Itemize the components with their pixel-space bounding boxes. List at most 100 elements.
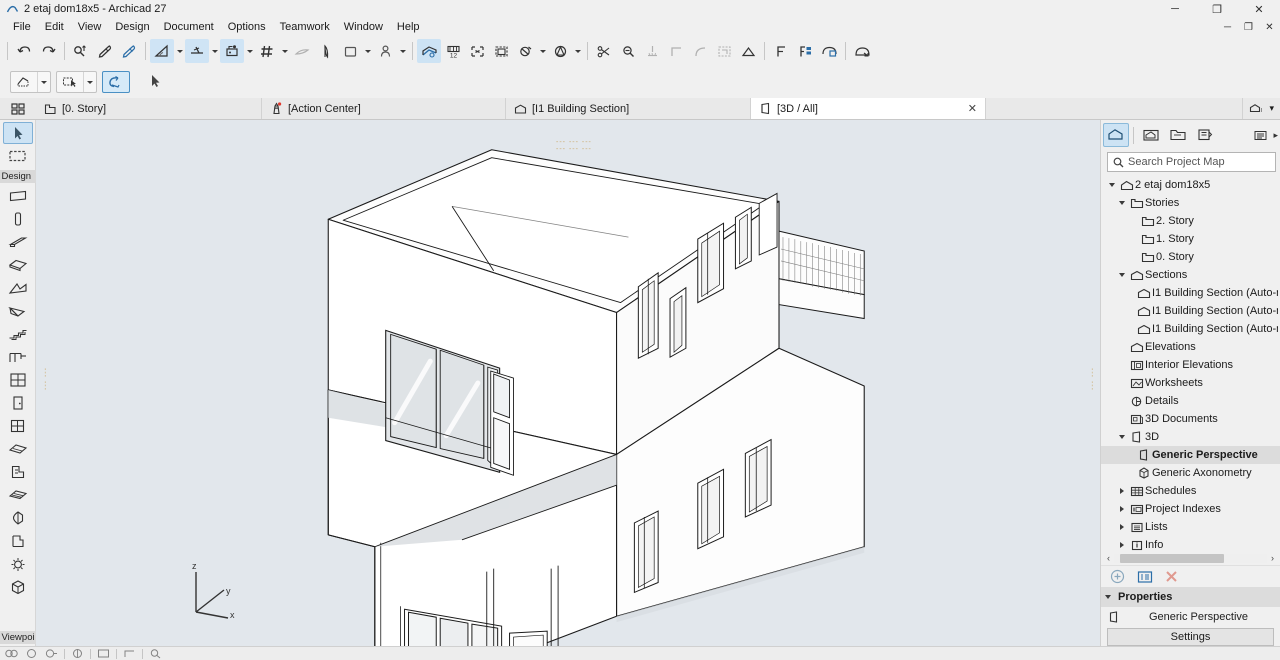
menu-view[interactable]: View [71,20,109,34]
tree-item-sections[interactable]: Sections [1101,266,1280,284]
marquee-select-combo-icon[interactable] [56,71,97,93]
coordinate-readout[interactable] [122,647,137,660]
tree-item-generic-perspective[interactable]: Generic Perspective [1101,446,1280,464]
tree-item-3d-documents[interactable]: 3D Documents [1101,410,1280,428]
tree-item-schedules[interactable]: Schedules [1101,482,1280,500]
scroll-thumb[interactable] [1120,553,1225,563]
scroll-track[interactable] [1114,553,1267,563]
shell-tool[interactable] [3,300,33,322]
magic-wand-dropdown-arrow[interactable] [174,39,185,63]
structure-display-icon[interactable] [417,39,441,63]
magic-wand-icon[interactable] [150,39,174,63]
sun-settings-icon[interactable] [548,39,572,63]
3d-cutaway-icon[interactable] [489,39,513,63]
tree-item-elevations[interactable]: Elevations [1101,338,1280,356]
chevron-right-icon[interactable] [1115,500,1128,518]
settings-list-icon[interactable] [1136,568,1153,585]
sun-settings-dropdown-arrow[interactable] [572,39,583,63]
user-origin-icon[interactable] [373,39,397,63]
menu-document[interactable]: Document [157,20,221,34]
view-map-tab[interactable] [1138,123,1164,147]
project-map-tree[interactable]: 2 etaj dom18x5 Stories 2. Story 1. Story [1101,175,1280,551]
menu-edit[interactable]: Edit [38,20,71,34]
search-box[interactable] [1107,152,1276,172]
menu-design[interactable]: Design [108,20,156,34]
chevron-right-icon[interactable] [1115,482,1128,500]
column-tool[interactable] [3,208,33,230]
grid-snap-icon[interactable] [255,39,279,63]
settings-button[interactable]: Settings [1107,628,1274,646]
arrow-select-tool[interactable] [2,122,33,144]
solid-union-icon[interactable] [817,39,841,63]
multiply-icon[interactable] [736,39,760,63]
tree-item-generic-axonometry[interactable]: Generic Axonometry [1101,464,1280,482]
search-input[interactable] [1128,156,1270,168]
chevron-down-icon[interactable] [1105,595,1111,599]
tree-item-project[interactable]: 2 etaj dom18x5 [1101,176,1280,194]
measure-icon[interactable] [69,39,93,63]
tree-item-info[interactable]: Info [1101,536,1280,551]
guide-line-icon[interactable] [220,39,244,63]
partial-structure-icon[interactable] [465,39,489,63]
tree-item-story-2[interactable]: 2. Story [1101,212,1280,230]
tree-item-stories[interactable]: Stories [1101,194,1280,212]
publisher-sets-tab[interactable] [1192,123,1218,147]
undo-icon[interactable] [12,39,36,63]
grid-snap-dropdown-arrow[interactable] [279,39,290,63]
chevron-down-icon[interactable] [1115,194,1128,212]
zoom-status[interactable] [148,647,163,660]
eyedropper-icon[interactable] [93,39,117,63]
solid-subtract-icon[interactable] [850,39,874,63]
properties-section-header[interactable]: Properties [1101,587,1280,607]
tree-horizontal-scrollbar[interactable]: ‹ › [1101,551,1280,565]
tab-close-button[interactable]: ✕ [956,102,977,115]
tree-item-story-0[interactable]: 0. Story [1101,248,1280,266]
scroll-left-arrow[interactable]: ‹ [1103,553,1114,563]
slab-tool[interactable] [3,254,33,276]
close-button[interactable]: ✕ [1238,0,1280,18]
lamp-tool[interactable] [3,553,33,575]
railing-tool[interactable] [3,346,33,368]
menu-file[interactable]: File [6,20,38,34]
elevate-multi-icon[interactable] [793,39,817,63]
marquee-3d-icon[interactable] [513,39,537,63]
chevron-down-icon[interactable] [1115,428,1128,446]
split-icon[interactable] [640,39,664,63]
elevate-icon[interactable] [769,39,793,63]
tree-item-details[interactable]: Details [1101,392,1280,410]
roof-tool[interactable] [3,277,33,299]
marquee-3d-dropdown-arrow[interactable] [537,39,548,63]
offset-icon[interactable] [712,39,736,63]
chevron-down-icon[interactable] [1115,266,1128,284]
menu-options[interactable]: Options [221,20,273,34]
mesh-tool[interactable] [3,507,33,529]
scroll-right-arrow[interactable]: › [1267,553,1278,563]
document-close-button[interactable]: ✕ [1263,22,1276,33]
tree-item-project-indexes[interactable]: Project Indexes [1101,500,1280,518]
wall-tool[interactable] [3,185,33,207]
work-plane-icon[interactable] [338,39,362,63]
plus-circle-icon[interactable] [1109,568,1126,585]
tab-action-center[interactable]: [Action Center] [262,98,506,119]
tree-item-story-1[interactable]: 1. Story [1101,230,1280,248]
maximize-button[interactable]: ❐ [1196,0,1238,18]
wall-end-tool[interactable] [3,461,33,483]
redo-icon[interactable] [36,39,60,63]
snap-guide-dropdown-arrow[interactable] [209,39,220,63]
tree-item-section-3[interactable]: I1 Building Section (Auto-rebu [1101,320,1280,338]
user-origin-dropdown-arrow[interactable] [397,39,408,63]
morph-tool[interactable] [3,530,33,552]
guide-line-dropdown-arrow[interactable] [244,39,255,63]
marquee-select-dropdown-arrow[interactable] [83,72,96,92]
skylight-tool[interactable] [3,438,33,460]
document-restore-button[interactable]: ❐ [1242,22,1255,33]
chevron-right-icon[interactable] [1115,536,1128,551]
tree-item-lists[interactable]: Lists [1101,518,1280,536]
tree-item-3d[interactable]: 3D [1101,428,1280,446]
renovation-filter-icon[interactable]: 12 [441,39,465,63]
arrow-marquee-combo-icon[interactable] [10,71,51,93]
navigator-menu-button[interactable]: ▸ [1253,129,1278,142]
tab-overflow-icon[interactable]: ▾ [1243,98,1280,119]
layer-status[interactable] [24,647,39,660]
door-tool[interactable] [3,392,33,414]
